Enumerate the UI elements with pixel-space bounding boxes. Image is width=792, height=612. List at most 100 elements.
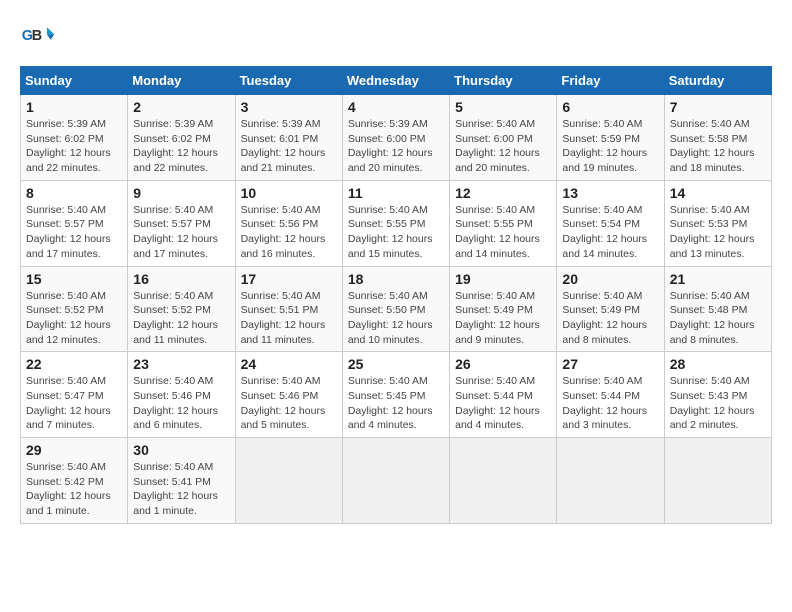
day-detail: Sunrise: 5:40 AMSunset: 5:52 PMDaylight:… <box>133 290 218 346</box>
calendar-week-row: 1 Sunrise: 5:39 AMSunset: 6:02 PMDayligh… <box>21 95 772 181</box>
day-number: 15 <box>26 271 122 287</box>
day-number: 10 <box>241 185 337 201</box>
calendar-cell: 13 Sunrise: 5:40 AMSunset: 5:54 PMDaylig… <box>557 180 664 266</box>
calendar-week-row: 22 Sunrise: 5:40 AMSunset: 5:47 PMDaylig… <box>21 352 772 438</box>
day-number: 11 <box>348 185 444 201</box>
day-detail: Sunrise: 5:40 AMSunset: 5:51 PMDaylight:… <box>241 290 326 346</box>
day-detail: Sunrise: 5:40 AMSunset: 5:49 PMDaylight:… <box>455 290 540 346</box>
day-detail: Sunrise: 5:40 AMSunset: 5:57 PMDaylight:… <box>133 204 218 260</box>
day-detail: Sunrise: 5:39 AMSunset: 6:00 PMDaylight:… <box>348 118 433 174</box>
day-detail: Sunrise: 5:40 AMSunset: 5:47 PMDaylight:… <box>26 375 111 431</box>
calendar-cell <box>342 438 449 524</box>
day-detail: Sunrise: 5:40 AMSunset: 5:46 PMDaylight:… <box>133 375 218 431</box>
calendar-cell <box>664 438 771 524</box>
calendar-cell: 11 Sunrise: 5:40 AMSunset: 5:55 PMDaylig… <box>342 180 449 266</box>
day-number: 20 <box>562 271 658 287</box>
day-detail: Sunrise: 5:40 AMSunset: 5:43 PMDaylight:… <box>670 375 755 431</box>
day-detail: Sunrise: 5:40 AMSunset: 5:41 PMDaylight:… <box>133 461 218 517</box>
calendar-cell: 15 Sunrise: 5:40 AMSunset: 5:52 PMDaylig… <box>21 266 128 352</box>
calendar-header-row: SundayMondayTuesdayWednesdayThursdayFrid… <box>21 67 772 95</box>
calendar-cell: 26 Sunrise: 5:40 AMSunset: 5:44 PMDaylig… <box>450 352 557 438</box>
day-detail: Sunrise: 5:40 AMSunset: 5:48 PMDaylight:… <box>670 290 755 346</box>
calendar-cell: 14 Sunrise: 5:40 AMSunset: 5:53 PMDaylig… <box>664 180 771 266</box>
day-detail: Sunrise: 5:40 AMSunset: 5:50 PMDaylight:… <box>348 290 433 346</box>
day-number: 27 <box>562 356 658 372</box>
calendar-cell: 16 Sunrise: 5:40 AMSunset: 5:52 PMDaylig… <box>128 266 235 352</box>
calendar-cell: 20 Sunrise: 5:40 AMSunset: 5:49 PMDaylig… <box>557 266 664 352</box>
calendar-cell: 18 Sunrise: 5:40 AMSunset: 5:50 PMDaylig… <box>342 266 449 352</box>
col-header-wednesday: Wednesday <box>342 67 449 95</box>
calendar-cell <box>235 438 342 524</box>
day-detail: Sunrise: 5:39 AMSunset: 6:02 PMDaylight:… <box>26 118 111 174</box>
day-detail: Sunrise: 5:40 AMSunset: 5:55 PMDaylight:… <box>348 204 433 260</box>
day-detail: Sunrise: 5:39 AMSunset: 6:02 PMDaylight:… <box>133 118 218 174</box>
day-detail: Sunrise: 5:40 AMSunset: 5:54 PMDaylight:… <box>562 204 647 260</box>
calendar-cell: 24 Sunrise: 5:40 AMSunset: 5:46 PMDaylig… <box>235 352 342 438</box>
calendar-cell: 10 Sunrise: 5:40 AMSunset: 5:56 PMDaylig… <box>235 180 342 266</box>
calendar-cell: 12 Sunrise: 5:40 AMSunset: 5:55 PMDaylig… <box>450 180 557 266</box>
calendar-cell <box>450 438 557 524</box>
day-number: 28 <box>670 356 766 372</box>
calendar-cell: 1 Sunrise: 5:39 AMSunset: 6:02 PMDayligh… <box>21 95 128 181</box>
calendar-cell: 7 Sunrise: 5:40 AMSunset: 5:58 PMDayligh… <box>664 95 771 181</box>
col-header-tuesday: Tuesday <box>235 67 342 95</box>
day-detail: Sunrise: 5:40 AMSunset: 5:59 PMDaylight:… <box>562 118 647 174</box>
calendar-cell: 21 Sunrise: 5:40 AMSunset: 5:48 PMDaylig… <box>664 266 771 352</box>
page-header: G B <box>20 20 772 56</box>
day-detail: Sunrise: 5:40 AMSunset: 5:55 PMDaylight:… <box>455 204 540 260</box>
day-number: 30 <box>133 442 229 458</box>
day-number: 22 <box>26 356 122 372</box>
calendar-cell: 25 Sunrise: 5:40 AMSunset: 5:45 PMDaylig… <box>342 352 449 438</box>
day-number: 12 <box>455 185 551 201</box>
calendar-cell: 8 Sunrise: 5:40 AMSunset: 5:57 PMDayligh… <box>21 180 128 266</box>
day-number: 1 <box>26 99 122 115</box>
col-header-sunday: Sunday <box>21 67 128 95</box>
day-number: 14 <box>670 185 766 201</box>
day-detail: Sunrise: 5:40 AMSunset: 5:57 PMDaylight:… <box>26 204 111 260</box>
day-detail: Sunrise: 5:39 AMSunset: 6:01 PMDaylight:… <box>241 118 326 174</box>
calendar-cell: 3 Sunrise: 5:39 AMSunset: 6:01 PMDayligh… <box>235 95 342 181</box>
calendar-cell: 6 Sunrise: 5:40 AMSunset: 5:59 PMDayligh… <box>557 95 664 181</box>
day-detail: Sunrise: 5:40 AMSunset: 5:44 PMDaylight:… <box>562 375 647 431</box>
calendar-week-row: 15 Sunrise: 5:40 AMSunset: 5:52 PMDaylig… <box>21 266 772 352</box>
day-number: 2 <box>133 99 229 115</box>
day-number: 16 <box>133 271 229 287</box>
logo: G B <box>20 20 60 56</box>
calendar-cell: 4 Sunrise: 5:39 AMSunset: 6:00 PMDayligh… <box>342 95 449 181</box>
logo-icon: G B <box>20 20 56 56</box>
day-number: 21 <box>670 271 766 287</box>
calendar-cell: 28 Sunrise: 5:40 AMSunset: 5:43 PMDaylig… <box>664 352 771 438</box>
day-number: 9 <box>133 185 229 201</box>
calendar-cell: 22 Sunrise: 5:40 AMSunset: 5:47 PMDaylig… <box>21 352 128 438</box>
day-number: 24 <box>241 356 337 372</box>
calendar-cell: 29 Sunrise: 5:40 AMSunset: 5:42 PMDaylig… <box>21 438 128 524</box>
day-detail: Sunrise: 5:40 AMSunset: 6:00 PMDaylight:… <box>455 118 540 174</box>
day-number: 13 <box>562 185 658 201</box>
day-number: 29 <box>26 442 122 458</box>
col-header-thursday: Thursday <box>450 67 557 95</box>
calendar-week-row: 29 Sunrise: 5:40 AMSunset: 5:42 PMDaylig… <box>21 438 772 524</box>
calendar-cell: 2 Sunrise: 5:39 AMSunset: 6:02 PMDayligh… <box>128 95 235 181</box>
day-detail: Sunrise: 5:40 AMSunset: 5:52 PMDaylight:… <box>26 290 111 346</box>
day-number: 25 <box>348 356 444 372</box>
day-number: 19 <box>455 271 551 287</box>
day-number: 26 <box>455 356 551 372</box>
col-header-friday: Friday <box>557 67 664 95</box>
svg-text:B: B <box>32 28 42 44</box>
day-number: 6 <box>562 99 658 115</box>
day-detail: Sunrise: 5:40 AMSunset: 5:45 PMDaylight:… <box>348 375 433 431</box>
day-detail: Sunrise: 5:40 AMSunset: 5:44 PMDaylight:… <box>455 375 540 431</box>
day-number: 8 <box>26 185 122 201</box>
calendar-cell: 27 Sunrise: 5:40 AMSunset: 5:44 PMDaylig… <box>557 352 664 438</box>
calendar-cell <box>557 438 664 524</box>
calendar-cell: 19 Sunrise: 5:40 AMSunset: 5:49 PMDaylig… <box>450 266 557 352</box>
col-header-monday: Monday <box>128 67 235 95</box>
day-detail: Sunrise: 5:40 AMSunset: 5:56 PMDaylight:… <box>241 204 326 260</box>
day-number: 23 <box>133 356 229 372</box>
calendar-cell: 30 Sunrise: 5:40 AMSunset: 5:41 PMDaylig… <box>128 438 235 524</box>
calendar-cell: 5 Sunrise: 5:40 AMSunset: 6:00 PMDayligh… <box>450 95 557 181</box>
day-number: 3 <box>241 99 337 115</box>
day-number: 18 <box>348 271 444 287</box>
day-number: 17 <box>241 271 337 287</box>
day-detail: Sunrise: 5:40 AMSunset: 5:42 PMDaylight:… <box>26 461 111 517</box>
